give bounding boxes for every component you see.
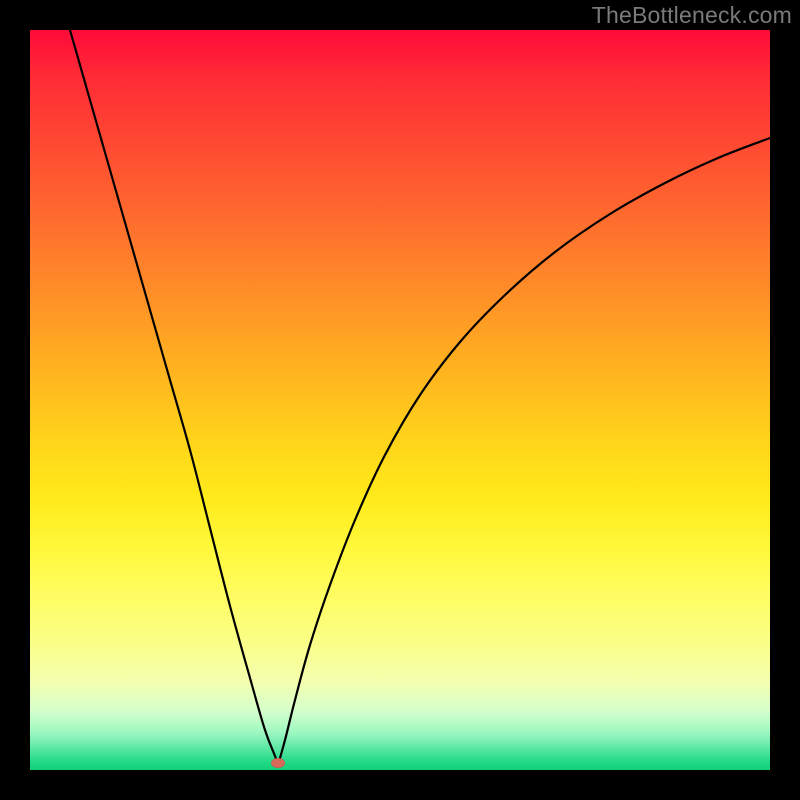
curve-svg	[30, 30, 770, 770]
minimum-marker	[271, 758, 285, 768]
bottleneck-curve	[70, 30, 770, 765]
attribution-label: TheBottleneck.com	[592, 2, 792, 29]
chart-frame: TheBottleneck.com	[0, 0, 800, 800]
plot-area	[30, 30, 770, 770]
